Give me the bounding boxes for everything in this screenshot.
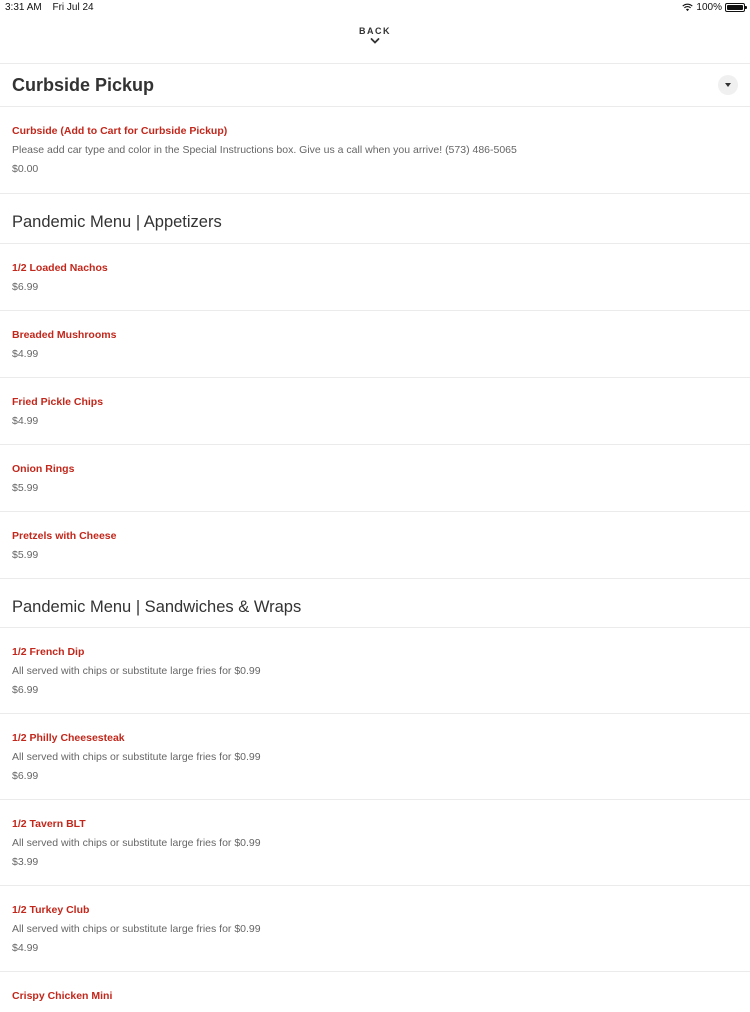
item-price: $5.99 — [12, 549, 39, 561]
item-price: $3.99 — [12, 856, 39, 868]
item-name: Onion Rings — [12, 463, 75, 475]
menu-item[interactable]: 1/2 Tavern BLT All served with chips or … — [0, 800, 750, 885]
section-title: Curbside Pickup — [12, 75, 155, 95]
menu-item[interactable]: Onion Rings $5.99 — [0, 445, 750, 511]
menu-item[interactable]: Breaded Mushrooms $4.99 — [0, 311, 750, 377]
item-price: $4.99 — [12, 415, 39, 427]
item-name: Pretzels with Cheese — [12, 530, 117, 542]
menu-item[interactable]: 1/2 French Dip All served with chips or … — [0, 628, 750, 713]
item-description: All served with chips or substitute larg… — [12, 837, 261, 849]
item-price: $6.99 — [12, 281, 39, 293]
menu-item[interactable]: 1/2 Loaded Nachos $6.99 — [0, 244, 750, 310]
item-name: 1/2 Loaded Nachos — [12, 262, 108, 274]
item-description: All served with chips or substitute larg… — [12, 923, 261, 935]
menu-item[interactable]: 1/2 Philly Cheesesteak All served with c… — [0, 714, 750, 799]
status-date: Fri Jul 24 — [52, 2, 94, 13]
item-description: All served with chips or substitute larg… — [12, 751, 261, 763]
item-price: $4.99 — [12, 942, 39, 954]
section-header-appetizers: Pandemic Menu | Appetizers — [0, 194, 750, 243]
status-time: 3:31 AM — [5, 2, 42, 13]
item-name: Fried Pickle Chips — [12, 396, 104, 408]
section-title: Pandemic Menu | Sandwiches & Wraps — [12, 598, 302, 616]
back-label: BACK — [359, 26, 391, 36]
item-name: Curbside (Add to Cart for Curbside Picku… — [12, 125, 228, 137]
status-bar: 3:31 AM Fri Jul 24 100% — [0, 0, 750, 16]
item-price: $6.99 — [12, 770, 39, 782]
item-name: 1/2 Tavern BLT — [12, 818, 86, 830]
item-name: Crispy Chicken Mini — [12, 990, 113, 1002]
section-title: Pandemic Menu | Appetizers — [12, 213, 222, 231]
wifi-icon — [682, 3, 694, 12]
menu-item[interactable]: Curbside (Add to Cart for Curbside Picku… — [0, 107, 750, 193]
battery-fill — [727, 5, 743, 10]
item-name: 1/2 Philly Cheesesteak — [12, 732, 125, 744]
menu-item[interactable]: Fried Pickle Chips $4.99 — [0, 378, 750, 444]
collapse-button[interactable] — [718, 75, 738, 95]
item-name: 1/2 French Dip — [12, 646, 85, 658]
menu-content: Curbside Pickup Curbside (Add to Cart fo… — [0, 63, 750, 1012]
battery-percent: 100% — [696, 2, 722, 13]
menu-item[interactable]: Pretzels with Cheese $5.99 — [0, 512, 750, 578]
item-name: Breaded Mushrooms — [12, 329, 117, 341]
section-header-curbside[interactable]: Curbside Pickup — [0, 64, 750, 106]
item-description: All served with chips or substitute larg… — [12, 665, 261, 677]
section-header-sandwiches: Pandemic Menu | Sandwiches & Wraps — [0, 579, 750, 627]
menu-item[interactable]: Crispy Chicken Mini — [0, 972, 750, 1012]
status-left: 3:31 AM Fri Jul 24 — [5, 2, 94, 13]
menu-item[interactable]: 1/2 Turkey Club All served with chips or… — [0, 886, 750, 971]
battery-icon — [725, 3, 747, 12]
item-description: Please add car type and color in the Spe… — [12, 144, 517, 156]
status-right: 100% — [682, 2, 747, 13]
caret-down-icon — [725, 83, 731, 87]
item-price: $4.99 — [12, 348, 39, 360]
item-name: 1/2 Turkey Club — [12, 904, 90, 916]
back-button[interactable]: BACK — [0, 26, 750, 45]
chevron-down-icon — [370, 38, 380, 44]
item-price: $5.99 — [12, 482, 39, 494]
item-price: $6.99 — [12, 684, 39, 696]
item-price: $0.00 — [12, 163, 39, 175]
